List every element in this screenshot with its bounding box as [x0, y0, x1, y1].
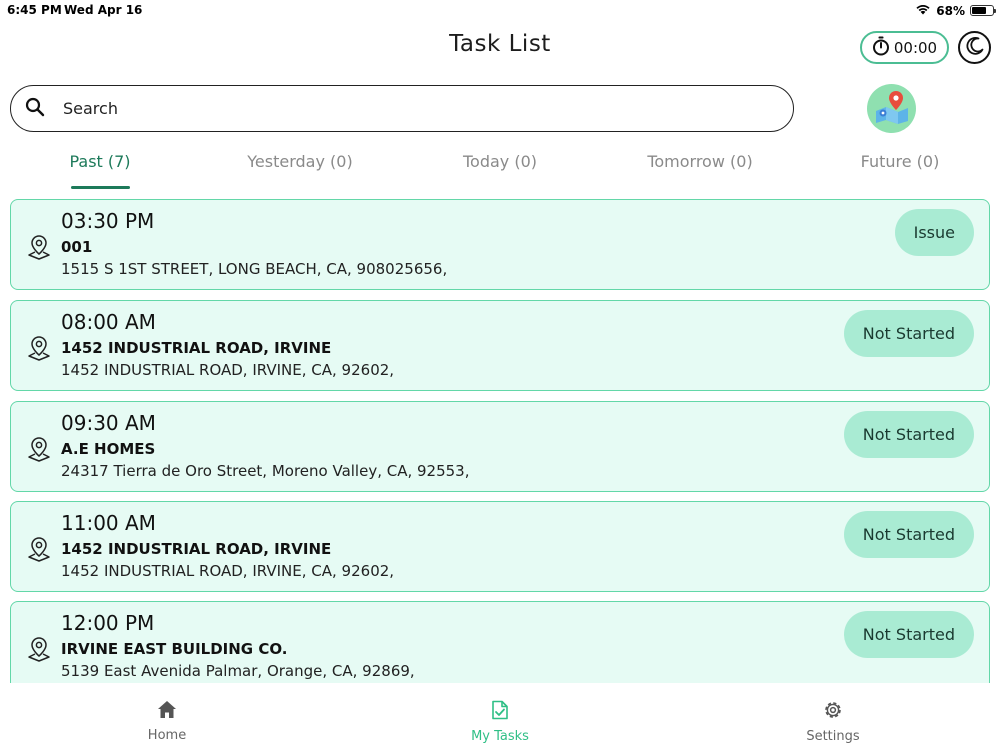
- tab-past[interactable]: Past (7): [0, 152, 200, 171]
- task-list[interactable]: 03:30 PM 001 1515 S 1ST STREET, LONG BEA…: [10, 199, 990, 683]
- timer-value: 00:00: [893, 38, 938, 57]
- home-icon: [157, 700, 177, 723]
- nav-my-tasks[interactable]: My Tasks: [420, 700, 580, 744]
- tab-future[interactable]: Future (0): [800, 152, 1000, 171]
- task-time: 12:00 PM: [61, 611, 155, 635]
- active-tab-indicator: [71, 186, 130, 189]
- task-address: 24317 Tierra de Oro Street, Moreno Valle…: [61, 462, 470, 480]
- battery-fill: [972, 7, 986, 14]
- status-time: 6:45 PM: [7, 3, 62, 17]
- task-address: 1452 INDUSTRIAL ROAD, IRVINE, CA, 92602,: [61, 361, 395, 379]
- stopwatch-icon: [872, 36, 890, 60]
- tab-tomorrow[interactable]: Tomorrow (0): [600, 152, 800, 171]
- task-status-badge[interactable]: Not Started: [843, 310, 974, 357]
- task-status-badge[interactable]: Issue: [894, 209, 974, 256]
- task-card[interactable]: 12:00 PM IRVINE EAST BUILDING CO. 5139 E…: [10, 601, 990, 683]
- date-filter-tabs: Past (7) Yesterday (0) Today (0) Tomorro…: [0, 152, 1000, 192]
- task-name: 001: [61, 238, 93, 256]
- location-pin-icon: [27, 536, 51, 562]
- task-card[interactable]: 08:00 AM 1452 INDUSTRIAL ROAD, IRVINE 14…: [10, 300, 990, 391]
- battery-percent: 68%: [936, 3, 965, 18]
- page-title: Task List: [449, 31, 551, 57]
- task-card[interactable]: 03:30 PM 001 1515 S 1ST STREET, LONG BEA…: [10, 199, 990, 290]
- timer-button[interactable]: 00:00: [860, 31, 949, 64]
- task-address: 5139 East Avenida Palmar, Orange, CA, 92…: [61, 662, 415, 680]
- task-name: A.E HOMES: [61, 440, 156, 458]
- battery-icon: [970, 5, 996, 16]
- task-address: 1452 INDUSTRIAL ROAD, IRVINE, CA, 92602,: [61, 562, 395, 580]
- search-icon: [25, 97, 45, 121]
- moon-icon: [965, 36, 985, 60]
- nav-settings-label: Settings: [806, 729, 860, 744]
- task-card[interactable]: 09:30 AM A.E HOMES 24317 Tierra de Oro S…: [10, 401, 990, 492]
- status-indicators: 68%: [915, 3, 996, 18]
- status-bar: 6:45 PM Wed Apr 16 68%: [0, 0, 1000, 20]
- bottom-navigation: Home My Tasks Settings: [0, 684, 1000, 750]
- nav-my-tasks-label: My Tasks: [471, 729, 529, 744]
- nav-home-label: Home: [147, 728, 187, 743]
- task-time: 11:00 AM: [61, 511, 156, 535]
- task-name: 1452 INDUSTRIAL ROAD, IRVINE: [61, 540, 332, 558]
- task-status-badge[interactable]: Not Started: [843, 611, 974, 658]
- location-pin-icon: [27, 335, 51, 361]
- task-check-icon: [491, 700, 509, 724]
- task-time: 08:00 AM: [61, 310, 156, 334]
- wifi-icon: [915, 3, 931, 18]
- gear-icon: [823, 700, 843, 724]
- nav-settings[interactable]: Settings: [753, 700, 913, 744]
- task-time: 03:30 PM: [61, 209, 155, 233]
- task-name: IRVINE EAST BUILDING CO.: [61, 640, 288, 658]
- nav-home[interactable]: Home: [87, 700, 247, 743]
- location-pin-icon: [27, 636, 51, 662]
- search-input[interactable]: [63, 99, 743, 118]
- task-time: 09:30 AM: [61, 411, 156, 435]
- search-bar[interactable]: [10, 85, 794, 132]
- map-pin-icon: [872, 87, 912, 131]
- status-date: Wed Apr 16: [64, 3, 143, 17]
- map-view-button[interactable]: [867, 84, 916, 133]
- task-status-badge[interactable]: Not Started: [843, 411, 974, 458]
- task-card[interactable]: 11:00 AM 1452 INDUSTRIAL ROAD, IRVINE 14…: [10, 501, 990, 592]
- theme-toggle-button[interactable]: [958, 31, 991, 64]
- location-pin-icon: [27, 234, 51, 260]
- tab-yesterday[interactable]: Yesterday (0): [200, 152, 400, 171]
- task-name: 1452 INDUSTRIAL ROAD, IRVINE: [61, 339, 332, 357]
- tab-today[interactable]: Today (0): [400, 152, 600, 171]
- task-status-badge[interactable]: Not Started: [843, 511, 974, 558]
- task-address: 1515 S 1ST STREET, LONG BEACH, CA, 90802…: [61, 260, 448, 278]
- location-pin-icon: [27, 436, 51, 462]
